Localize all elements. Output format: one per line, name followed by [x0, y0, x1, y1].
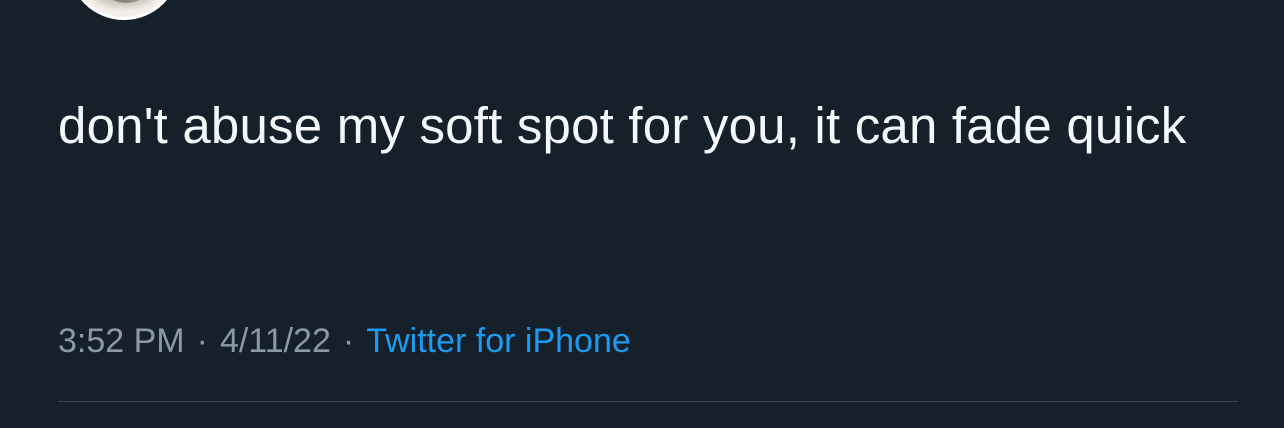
divider	[58, 401, 1238, 402]
avatar-photo	[95, 0, 157, 3]
avatar[interactable]	[68, 0, 180, 20]
tweet-meta: 3:52 PM · 4/11/22 · Twitter for iPhone	[58, 318, 631, 364]
tweet-date[interactable]: 4/11/22	[220, 322, 331, 361]
tweet-source-link[interactable]: Twitter for iPhone	[366, 322, 631, 361]
tweet-time[interactable]: 3:52 PM	[58, 322, 185, 361]
meta-separator: ·	[196, 321, 208, 360]
tweet-text: don't abuse my soft spot for you, it can…	[58, 97, 1187, 154]
meta-separator: ·	[342, 321, 355, 360]
